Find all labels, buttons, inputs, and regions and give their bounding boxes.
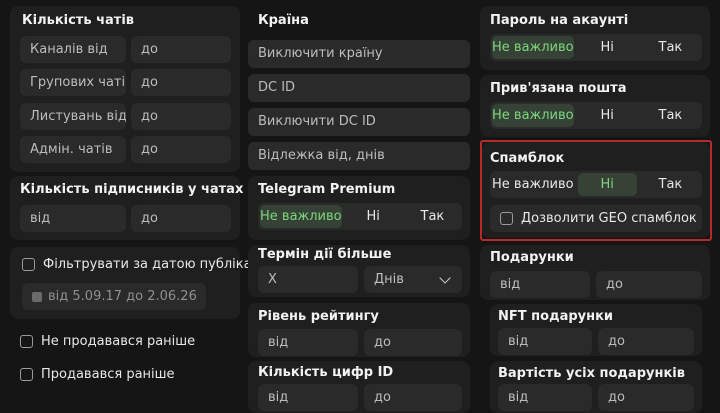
term-value-input[interactable]: X — [258, 266, 358, 293]
spamblock-option-any[interactable]: Не важливо — [492, 173, 574, 196]
allow-geo-spamblock-checkbox[interactable] — [500, 212, 513, 225]
password-option-yes[interactable]: Так — [641, 36, 700, 59]
exclude-country-input[interactable]: Виключити країну — [248, 40, 470, 68]
digits-title: Кількість цифр ID — [258, 365, 394, 380]
spamblock-title: Спамблок — [490, 151, 565, 166]
publication-filter-checkbox[interactable] — [22, 258, 35, 271]
email-title: Прив'язана пошта — [490, 81, 627, 96]
allow-geo-spamblock-label: Дозволити GEO спамблок — [521, 211, 697, 226]
digits-from-input[interactable]: від — [258, 384, 358, 411]
dialogs-to-input[interactable]: до — [131, 103, 231, 130]
premium-title: Telegram Premium — [258, 182, 396, 197]
email-option-no[interactable]: Ні — [578, 104, 637, 127]
publication-filter-checkbox-row[interactable]: Фільтрувати за датою публікації — [22, 257, 268, 272]
rating-to-input[interactable]: до — [364, 329, 462, 356]
allow-geo-spamblock-row[interactable]: Дозволити GEO спамблок — [490, 205, 702, 232]
not-sold-before-label: Не продавався раніше — [41, 334, 196, 349]
nft-gifts-title: NFT подарунки — [498, 309, 614, 324]
groups-from-input[interactable]: Групових чатів — [20, 69, 126, 96]
sold-before-label: Продавався раніше — [41, 367, 175, 382]
spamblock-option-yes[interactable]: Так — [641, 173, 700, 196]
groups-to-input[interactable]: до — [131, 69, 231, 96]
calendar-icon — [32, 291, 42, 302]
digits-to-input[interactable]: до — [364, 384, 462, 411]
password-segmented-control[interactable]: Не важливо Ні Так — [490, 34, 702, 61]
term-title: Термін дії більше — [258, 247, 392, 262]
subscribers-from-input[interactable]: від — [20, 205, 126, 232]
publication-filter-label: Фільтрувати за датою публікації — [43, 257, 268, 272]
rating-title: Рівень рейтингу — [258, 309, 379, 324]
date-range-text: від 5.09.17 до 2.06.26 — [48, 289, 197, 304]
gifts-value-title: Вартість усіх подарунків — [498, 366, 685, 381]
premium-option-no[interactable]: Ні — [346, 205, 401, 228]
admin-chats-from-input[interactable]: Адмін. чатів — [20, 136, 126, 163]
premium-option-yes[interactable]: Так — [405, 205, 460, 228]
nft-gifts-to-input[interactable]: до — [598, 328, 694, 355]
lag-days-input[interactable]: Відлежка від, днів — [248, 142, 470, 170]
gifts-to-input[interactable]: до — [596, 271, 702, 298]
channels-from-input[interactable]: Каналів від — [20, 36, 126, 63]
not-sold-before-row[interactable]: Не продавався раніше — [20, 334, 195, 349]
email-option-yes[interactable]: Так — [641, 104, 700, 127]
dialogs-from-input[interactable]: Листувань від — [20, 103, 126, 130]
nft-gifts-from-input[interactable]: від — [498, 328, 592, 355]
admin-chats-to-input[interactable]: до — [131, 136, 231, 163]
channels-to-input[interactable]: до — [131, 36, 231, 63]
date-range-field[interactable]: від 5.09.17 до 2.06.26 — [22, 283, 206, 310]
email-option-any[interactable]: Не важливо — [492, 104, 574, 127]
email-segmented-control[interactable]: Не важливо Ні Так — [490, 102, 702, 129]
premium-segmented-control[interactable]: Не важливо Ні Так — [258, 203, 462, 230]
password-option-any[interactable]: Не важливо — [492, 36, 574, 59]
gifts-from-input[interactable]: від — [490, 271, 590, 298]
gifts-value-from-input[interactable]: від — [498, 384, 592, 411]
gifts-title: Подарунки — [490, 250, 574, 265]
premium-option-any[interactable]: Не важливо — [260, 205, 342, 228]
password-title: Пароль на акаунті — [490, 13, 629, 28]
country-title: Країна — [258, 13, 309, 28]
exclude-dc-id-input[interactable]: Виключити DC ID — [248, 108, 470, 136]
spamblock-segmented-control[interactable]: Не важливо Ні Так — [490, 171, 702, 198]
chat-count-title: Кількість чатів — [22, 13, 135, 28]
not-sold-before-checkbox[interactable] — [20, 335, 33, 348]
spamblock-option-no[interactable]: Ні — [577, 173, 637, 196]
rating-from-input[interactable]: від — [258, 329, 358, 356]
subscribers-title: Кількість підписників у чатах — [20, 182, 244, 197]
password-option-no[interactable]: Ні — [578, 36, 637, 59]
term-unit-value: Днів — [374, 272, 404, 287]
gifts-value-to-input[interactable]: до — [598, 384, 694, 411]
sold-before-checkbox[interactable] — [20, 368, 33, 381]
dc-id-input[interactable]: DC ID — [248, 74, 470, 102]
subscribers-to-input[interactable]: до — [131, 205, 231, 232]
sold-before-row[interactable]: Продавався раніше — [20, 367, 175, 382]
